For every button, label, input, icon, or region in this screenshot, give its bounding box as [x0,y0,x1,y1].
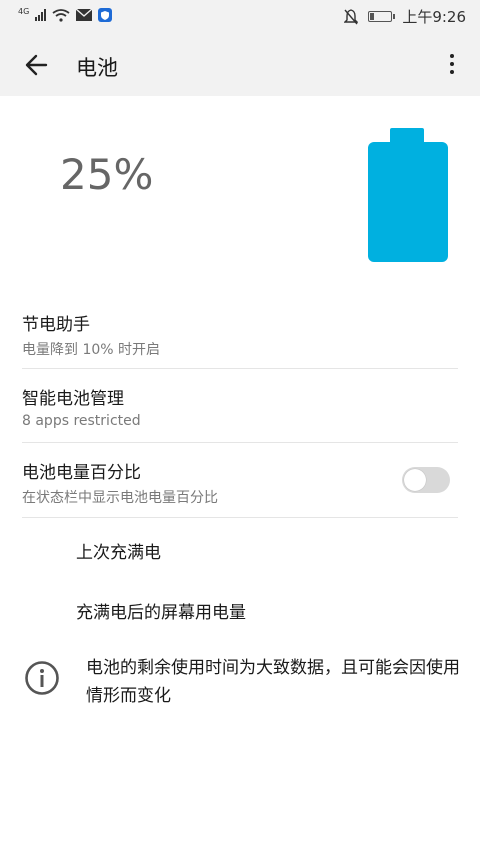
last-full-charge-item[interactable]: 上次充满电 [76,538,161,563]
wifi-icon [52,8,70,22]
power-saver-item[interactable]: 节电助手 电量降到 10% 时开启 [22,310,458,359]
network-type: 4G [18,6,30,16]
app-bar: 电池 [0,34,480,96]
more-options-button[interactable] [442,50,462,80]
battery-percentage-title: 电池电量百分比 [22,463,141,483]
smart-battery-management-item[interactable]: 智能电池管理 8 apps restricted [22,384,458,429]
signal-icon [35,9,47,21]
power-saver-subtitle: 电量降到 10% 时开启 [22,342,161,358]
notifications-off-icon [344,8,359,24]
smart-battery-subtitle: 8 apps restricted [22,413,141,429]
clock: 上午9:26 [402,8,466,26]
battery-level-icon [368,128,448,262]
status-right: 上午9:26 [344,6,466,27]
dot [450,54,454,58]
battery-percentage-toggle[interactable] [402,467,450,493]
info-icon [25,661,59,695]
power-saver-title: 节电助手 [22,315,90,335]
divider [22,442,458,443]
battery-cap [390,128,424,142]
battery-estimate-note: 电池的剩余使用时间为大致数据，且可能会因使用情形而变化 [86,658,460,706]
battery-percentage-item[interactable]: 电池电量百分比 在状态栏中显示电池电量百分比 [22,458,382,507]
back-button[interactable] [20,48,54,82]
divider [22,517,458,518]
divider [22,368,458,369]
battery-status-icon [368,11,396,22]
battery-body [368,142,448,262]
smart-battery-title: 智能电池管理 [22,389,124,409]
dot [450,62,454,66]
dot [450,70,454,74]
mail-icon [76,9,93,21]
battery-percentage: 25% [60,150,154,199]
security-app-icon [98,8,113,22]
status-bar: 4G 上午9:26 [0,0,480,34]
screen-usage-item[interactable]: 充满电后的屏幕用电量 [76,598,246,623]
status-left: 4G [18,6,113,22]
page-title: 电池 [76,56,118,80]
battery-percentage-subtitle: 在状态栏中显示电池电量百分比 [22,490,218,506]
toggle-knob [404,469,426,491]
